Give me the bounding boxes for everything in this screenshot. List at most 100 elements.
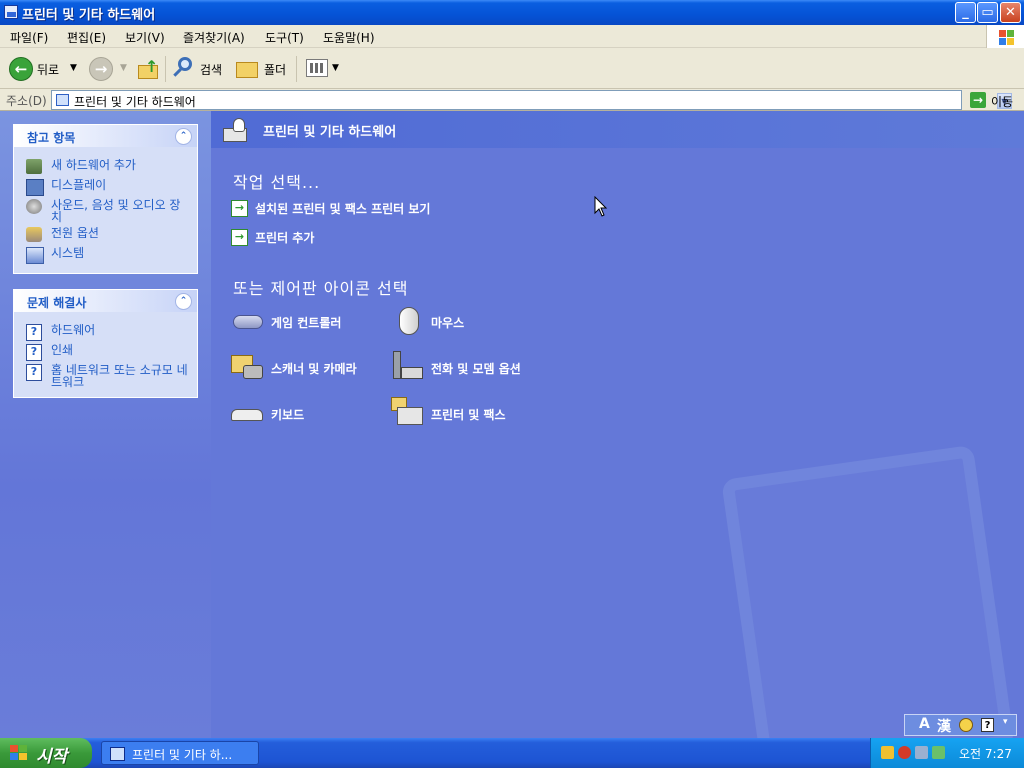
- sound-icon: [26, 199, 42, 214]
- mouse-cursor-icon: [594, 196, 608, 217]
- language-bar[interactable]: A 漢 ? ▾: [904, 714, 1017, 736]
- menu-bar: 파일(F) 편집(E) 보기(V) 즐겨찾기(A) 도구(T) 도움말(H): [0, 25, 1024, 48]
- go-button-label[interactable]: 이동: [991, 93, 1013, 110]
- cp-game-controllers-label: 게임 컨트롤러: [271, 316, 342, 330]
- window-icon[interactable]: [4, 5, 18, 19]
- link-hardware-troubleshooter[interactable]: 하드웨어: [51, 324, 191, 336]
- help-icon: ?: [26, 344, 42, 361]
- cp-scanners-cameras-label: 스캐너 및 카메라: [271, 362, 357, 376]
- menu-help[interactable]: 도움말(H): [323, 29, 375, 46]
- cp-printers-faxes[interactable]: 프린터 및 팩스: [391, 397, 541, 431]
- see-also-title: 참고 항목: [27, 131, 76, 145]
- printers-hardware-icon: [221, 118, 251, 144]
- add-hardware-icon: [26, 159, 42, 174]
- hanja-toggle[interactable]: 漢: [937, 716, 951, 736]
- cp-phone-modem[interactable]: 전화 및 모뎀 옵션: [391, 351, 561, 385]
- troubleshooters-title: 문제 해결사: [27, 296, 87, 310]
- troubleshooters-box: 문제 해결사 ⌃ ? 하드웨어 ? 인쇄 ? 홈 네트워크 또는 소규모 네트워…: [13, 289, 198, 398]
- phone-modem-icon: [391, 351, 425, 383]
- title-bar[interactable]: 프린터 및 기타 하드웨어 _ ▭ ✕: [0, 0, 1024, 25]
- start-button[interactable]: 시작: [0, 738, 92, 768]
- cp-mouse[interactable]: 마우스: [391, 305, 511, 339]
- help-icon: ?: [26, 364, 42, 381]
- views-dropdown-icon[interactable]: ▼: [332, 63, 339, 73]
- langbar-options-icon[interactable]: ▾: [1003, 717, 1008, 727]
- ime-pad-icon[interactable]: [959, 718, 973, 732]
- link-display[interactable]: 디스플레이: [51, 179, 191, 191]
- help-icon[interactable]: ?: [981, 718, 994, 732]
- go-arrow-icon[interactable]: →: [970, 92, 986, 108]
- see-also-header[interactable]: 참고 항목 ⌃: [14, 125, 197, 147]
- link-network-troubleshooter[interactable]: 홈 네트워크 또는 소규모 네트워크: [51, 364, 191, 388]
- forward-arrow-icon[interactable]: →: [89, 57, 113, 81]
- menu-edit[interactable]: 편집(E): [67, 29, 106, 46]
- menu-file[interactable]: 파일(F): [10, 29, 48, 46]
- search-icon[interactable]: [172, 57, 194, 79]
- task-add-printer-label: 프린터 추가: [255, 231, 315, 245]
- mouse-icon: [391, 305, 425, 337]
- task-heading: 작업 선택...: [233, 173, 321, 192]
- menu-view[interactable]: 보기(V): [125, 29, 165, 46]
- search-button-label[interactable]: 검색: [200, 61, 222, 78]
- tray-update-icon[interactable]: [932, 746, 945, 759]
- tray-security-icon[interactable]: [898, 746, 911, 759]
- taskbar-window-button[interactable]: 프린터 및 기타 하...: [101, 741, 259, 765]
- ime-mode-toggle[interactable]: A: [919, 716, 930, 732]
- keyboard-icon: [231, 397, 265, 429]
- system-tray: 오전 7:27: [870, 738, 1024, 768]
- folders-icon[interactable]: [236, 58, 258, 78]
- folders-button-label[interactable]: 폴더: [264, 61, 286, 78]
- maximize-button[interactable]: ▭: [977, 2, 998, 23]
- clock[interactable]: 오전 7:27: [959, 745, 1012, 762]
- content-pane: 프린터 및 기타 하드웨어 작업 선택... → 설치된 프린터 및 팩스 프린…: [211, 111, 1024, 738]
- tray-network-icon[interactable]: [881, 746, 894, 759]
- link-power-options[interactable]: 전원 옵션: [51, 227, 191, 239]
- icon-heading: 또는 제어판 아이콘 선택: [233, 279, 409, 298]
- windows-logo-icon: [986, 25, 1024, 48]
- system-icon: [26, 247, 44, 264]
- cp-scanners-cameras[interactable]: 스캐너 및 카메라: [231, 351, 391, 385]
- watermark-image: [721, 444, 1015, 738]
- up-folder-icon[interactable]: ↑: [138, 57, 158, 79]
- forward-dropdown-icon[interactable]: ▼: [120, 63, 127, 73]
- back-arrow-icon[interactable]: ←: [9, 57, 33, 81]
- menu-tools[interactable]: 도구(T): [265, 29, 304, 46]
- cp-game-controllers[interactable]: 게임 컨트롤러: [231, 305, 381, 339]
- minimize-button[interactable]: _: [955, 2, 976, 23]
- task-view-printers[interactable]: → 설치된 프린터 및 팩스 프린터 보기: [231, 200, 491, 217]
- start-label: 시작: [36, 747, 68, 767]
- cp-keyboard-label: 키보드: [271, 408, 305, 422]
- task-pane: 참고 항목 ⌃ 새 하드웨어 추가 디스플레이 사운드, 음성 및 오디오 장치…: [0, 111, 211, 738]
- printer-fax-icon: [391, 397, 425, 429]
- scanner-camera-icon: [231, 351, 265, 383]
- cp-mouse-label: 마우스: [431, 316, 465, 330]
- address-value: 프린터 및 기타 하드웨어: [74, 95, 196, 109]
- link-printing-troubleshooter[interactable]: 인쇄: [51, 344, 191, 356]
- windows-flag-icon: [10, 745, 28, 761]
- views-icon[interactable]: [306, 59, 328, 77]
- display-icon: [26, 179, 44, 196]
- task-add-printer[interactable]: → 프린터 추가: [231, 229, 351, 246]
- close-button[interactable]: ✕: [1000, 2, 1021, 23]
- control-panel-icon: [110, 747, 125, 761]
- cp-keyboard[interactable]: 키보드: [231, 397, 351, 431]
- window-title: 프린터 및 기타 하드웨어: [22, 8, 156, 23]
- task-arrow-icon: →: [231, 200, 248, 217]
- troubleshooters-header[interactable]: 문제 해결사 ⌃: [14, 290, 197, 312]
- toolbar: ← 뒤로 ▼ → ▼ ↑ 검색 폴더 ▼: [0, 48, 1024, 89]
- task-view-printers-label: 설치된 프린터 및 팩스 프린터 보기: [255, 202, 431, 216]
- control-panel-icon: [56, 94, 69, 106]
- address-input[interactable]: 프린터 및 기타 하드웨어 ▼: [51, 90, 1012, 110]
- content-title: 프린터 및 기타 하드웨어: [263, 125, 397, 140]
- collapse-icon[interactable]: ⌃: [175, 128, 192, 145]
- tray-volume-icon[interactable]: [915, 746, 928, 759]
- link-sound-audio[interactable]: 사운드, 음성 및 오디오 장치: [51, 199, 191, 223]
- link-system[interactable]: 시스템: [51, 247, 191, 259]
- link-add-hardware[interactable]: 새 하드웨어 추가: [51, 159, 191, 171]
- content-header: 프린터 및 기타 하드웨어: [211, 111, 1024, 148]
- menu-favorites[interactable]: 즐겨찾기(A): [183, 29, 245, 46]
- back-button-label[interactable]: 뒤로: [37, 61, 59, 78]
- address-label: 주소(D): [6, 94, 47, 108]
- collapse-icon[interactable]: ⌃: [175, 293, 192, 310]
- back-dropdown-icon[interactable]: ▼: [70, 63, 77, 73]
